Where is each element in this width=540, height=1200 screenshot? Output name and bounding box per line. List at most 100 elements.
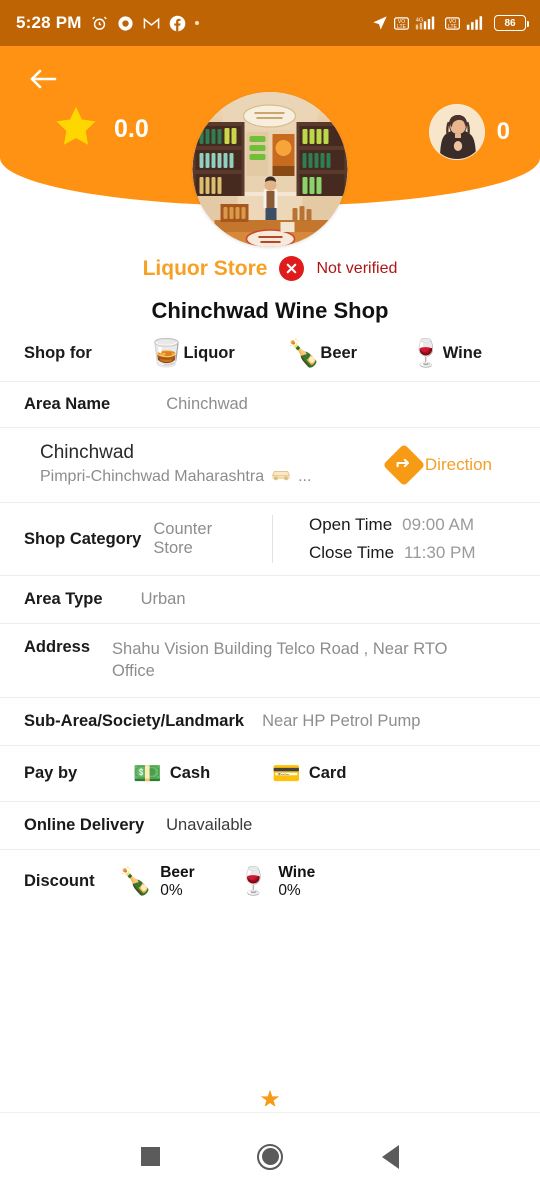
- direction-button[interactable]: Direction: [382, 443, 492, 487]
- close-time-row: Close Time 11:30 PM: [309, 543, 540, 563]
- avatar: [428, 104, 485, 160]
- status-time: 5:28 PM: [16, 13, 82, 32]
- shop-for-label-beer: Beer: [320, 344, 358, 362]
- pay-by-label-cash: Cash: [169, 763, 211, 782]
- open-time-row: Open Time 09:00 AM: [309, 515, 540, 535]
- discount-beer-name: Beer: [160, 863, 195, 881]
- area-name-value: Chinchwad: [166, 395, 248, 413]
- landmark-value: Near HP Petrol Pump: [262, 711, 421, 730]
- cash-icon: 💵: [133, 759, 162, 786]
- card-icon: 💳: [272, 759, 301, 786]
- beer-bottle-icon: 🍾: [118, 866, 153, 897]
- timings-block: Open Time 09:00 AM Close Time 11:30 PM: [272, 515, 540, 563]
- location-arrow-icon: [372, 15, 388, 31]
- svg-text:LTE: LTE: [397, 23, 406, 29]
- back-arrow-icon[interactable]: [24, 60, 62, 98]
- signal-4g-icon: 4G: [415, 15, 439, 31]
- alarm-icon: [91, 15, 108, 32]
- discount-item-wine: 🍷 Wine 0%: [237, 864, 316, 900]
- shop-for-label: Shop for: [24, 344, 92, 362]
- discount-wine-percent: 0%: [278, 881, 301, 899]
- rating-value: 0.0: [114, 115, 149, 143]
- status-bar-right: VO LTE 4G VO LTE 86: [372, 15, 529, 31]
- location-region: Pimpri-Chinchwad Maharashtra: [40, 468, 265, 485]
- shop-for-item-liquor[interactable]: 🥃 Liquor: [150, 340, 235, 367]
- star-icon: [52, 104, 100, 155]
- verification-status: Not verified: [316, 259, 398, 277]
- store-details: Liquor Store Not verified Chinchwad Wine…: [0, 246, 540, 1106]
- more-dot-icon: [194, 21, 199, 25]
- store-image: [192, 92, 348, 247]
- location-text: Chinchwad Pimpri-Chinchwad Maharashtra .…: [40, 442, 311, 486]
- direction-sign-icon: [382, 443, 426, 487]
- viewer-count: 0: [496, 118, 510, 145]
- signal-2-icon: [466, 15, 488, 31]
- landmark-row: Sub-Area/Society/Landmark Near HP Petrol…: [0, 698, 540, 746]
- discount-row: Discount 🍾 Beer 0% 🍷 Wine 0%: [0, 850, 540, 910]
- svg-text:LTE: LTE: [448, 23, 457, 29]
- volte-2-icon: VO LTE: [445, 16, 460, 31]
- facebook-icon: [169, 15, 186, 32]
- location-city: Chinchwad: [40, 442, 134, 463]
- battery-level: 86: [504, 17, 516, 29]
- address-label: Address: [24, 638, 91, 656]
- volte-icon: VO LTE: [394, 16, 409, 31]
- shop-for-row: Shop for 🥃 Liquor 🍾 Beer 🍷 Wine: [0, 324, 540, 382]
- area-name-label: Area Name: [24, 395, 111, 413]
- online-delivery-label: Online Delivery: [24, 815, 145, 834]
- page-title: Chinchwad Wine Shop: [151, 298, 389, 323]
- category-timing-row: Shop Category Counter Store Open Time 09…: [0, 503, 540, 576]
- shop-category-value: Counter Store: [153, 520, 213, 557]
- shop-category-label: Shop Category: [24, 529, 142, 548]
- x-circle-icon: [279, 256, 305, 281]
- pay-by-row: Pay by 💵 Cash 💳 Card: [0, 746, 540, 802]
- battery-icon: 86: [494, 15, 529, 31]
- car-icon: [270, 468, 292, 486]
- store-type: Liquor Store: [142, 256, 268, 280]
- shop-for-item-wine[interactable]: 🍷 Wine: [409, 340, 482, 367]
- wine-icon: 🍷: [409, 338, 443, 368]
- pay-by-label: Pay by: [24, 763, 78, 782]
- discount-label: Discount: [24, 872, 95, 891]
- area-type-row: Area Type Urban: [0, 576, 540, 624]
- area-type-label: Area Type: [24, 590, 103, 608]
- recents-square-icon[interactable]: [120, 1127, 180, 1187]
- shop-category-block: Shop Category Counter Store: [0, 515, 272, 563]
- pay-by-item-card[interactable]: 💳 Card: [272, 759, 347, 786]
- shop-for-item-beer[interactable]: 🍾 Beer: [287, 340, 357, 367]
- area-name-row: Area Name Chinchwad: [0, 382, 540, 428]
- discount-item-beer: 🍾 Beer 0%: [119, 864, 195, 900]
- gmail-icon: [143, 17, 160, 30]
- android-nav-bar: [0, 1112, 540, 1200]
- back-triangle-icon[interactable]: [360, 1127, 420, 1187]
- address-row: Address Shahu Vision Building Telco Road…: [0, 624, 540, 698]
- location-region-line: Pimpri-Chinchwad Maharashtra ...: [40, 468, 311, 486]
- pay-by-item-cash[interactable]: 💵 Cash: [133, 759, 211, 786]
- beer-bottle-icon: 🍾: [286, 338, 321, 368]
- shop-for-label-wine: Wine: [442, 344, 483, 362]
- rating-block: 0.0: [52, 104, 149, 155]
- close-time-label: Close Time: [309, 543, 395, 562]
- svg-text:4G: 4G: [416, 17, 423, 23]
- discount-beer-percent: 0%: [160, 881, 183, 899]
- landmark-label: Sub-Area/Society/Landmark: [24, 711, 245, 730]
- store-type-row: Liquor Store Not verified: [0, 246, 540, 281]
- viewer-block: 0: [428, 104, 510, 160]
- open-time-value: 09:00 AM: [402, 515, 474, 534]
- address-value: Shahu Vision Building Telco Road , Near …: [112, 640, 448, 681]
- location-ellipsis: ...: [298, 468, 312, 485]
- discount-wine-name: Wine: [278, 863, 316, 881]
- area-type-value: Urban: [140, 590, 186, 608]
- shop-for-label-liquor: Liquor: [183, 344, 235, 362]
- status-bar-left: 5:28 PM: [16, 13, 199, 33]
- status-bar: 5:28 PM VO LTE 4G VO LTE 86: [0, 0, 540, 46]
- online-delivery-row: Online Delivery Unavailable: [0, 802, 540, 850]
- pay-by-label-card: Card: [308, 763, 347, 782]
- home-circle-icon[interactable]: [240, 1127, 300, 1187]
- open-time-label: Open Time: [309, 515, 393, 534]
- liquor-bottle-icon: 🥃: [149, 338, 184, 368]
- star-icon: ★: [259, 1086, 281, 1107]
- wine-icon: 🍷: [236, 866, 271, 897]
- location-block: Chinchwad Pimpri-Chinchwad Maharashtra .…: [0, 428, 540, 503]
- online-delivery-value: Unavailable: [166, 815, 253, 834]
